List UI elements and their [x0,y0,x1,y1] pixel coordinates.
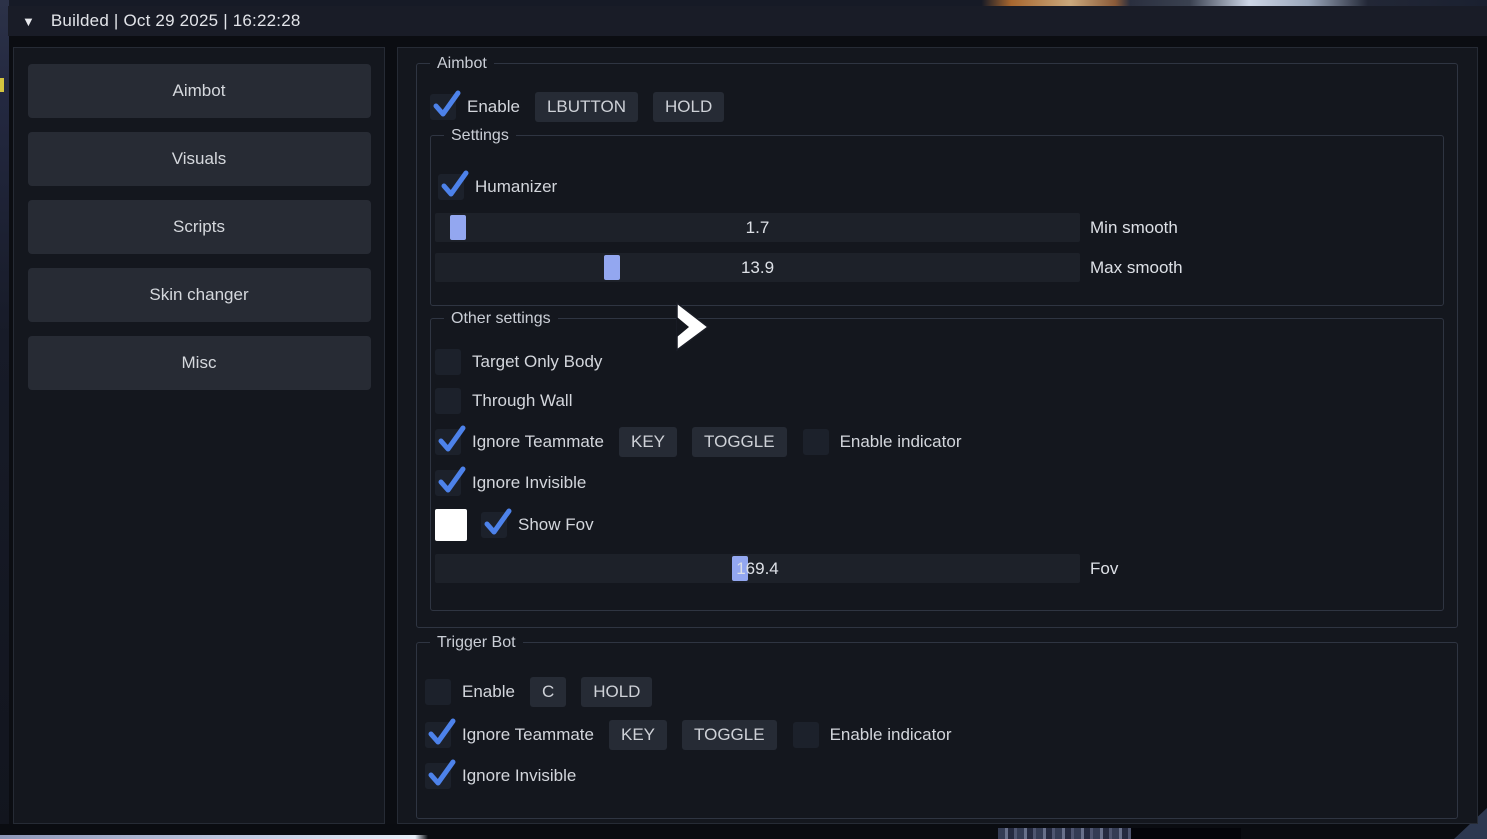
main-panel: Aimbot Enable LBUTTON HOLD Settings Huma… [397,47,1478,824]
trigger-ignore-teammate-keymode-button[interactable]: TOGGLE [682,720,777,750]
show-fov-checkbox[interactable] [481,512,507,538]
trigger-ignore-invisible-row: Ignore Invisible [425,763,1444,789]
target-only-body-label: Target Only Body [472,352,602,372]
ignore-teammate-keybind-button[interactable]: KEY [619,427,677,457]
trigger-enable-indicator-label: Enable indicator [830,725,952,745]
trigger-enable-checkbox[interactable] [425,679,451,705]
target-only-body-checkbox[interactable] [435,349,461,375]
min-smooth-label: Min smooth [1090,218,1178,238]
max-smooth-slider-row: 13.9 Max smooth [435,253,1431,282]
window-title: Builded | Oct 29 2025 | 16:22:28 [51,11,301,31]
trigger-bot-group: Trigger Bot Enable C HOLD Ignore Teammat… [416,642,1458,819]
trigger-bot-legend: Trigger Bot [430,633,523,652]
settings-group-legend: Settings [444,126,516,145]
trigger-ignore-invisible-checkbox[interactable] [425,763,451,789]
ignore-invisible-checkbox[interactable] [435,470,461,496]
trigger-ignore-teammate-keybind-button[interactable]: KEY [609,720,667,750]
check-icon [431,89,461,119]
game-bleed-bottom-line [0,835,428,839]
min-smooth-slider[interactable]: 1.7 [435,213,1080,242]
trigger-enable-indicator-checkbox[interactable] [793,722,819,748]
check-icon [436,424,466,454]
humanizer-label: Humanizer [475,177,557,197]
sidebar-item-skin-changer[interactable]: Skin changer [28,268,371,322]
trigger-ignore-teammate-row: Ignore Teammate KEY TOGGLE Enable indica… [425,720,1444,750]
slider-value: 1.7 [435,213,1080,242]
other-settings-legend: Other settings [444,309,558,328]
ignore-teammate-label: Ignore Teammate [472,432,604,452]
sidebar: Aimbot Visuals Scripts Skin changer Misc [13,47,385,824]
aimbot-group-legend: Aimbot [430,54,494,73]
through-wall-checkbox[interactable] [435,388,461,414]
check-icon [482,507,512,537]
check-icon [439,169,469,199]
show-fov-row: Show Fov [435,509,1431,541]
sidebar-item-misc[interactable]: Misc [28,336,371,390]
game-bleed-left [0,0,9,839]
trigger-enable-row: Enable C HOLD [425,677,1444,707]
fov-slider[interactable]: 169.4 [435,554,1080,583]
title-bar[interactable]: ▼ Builded | Oct 29 2025 | 16:22:28 [8,6,1487,36]
collapse-menu-icon[interactable]: ▼ [22,14,35,29]
check-icon [426,717,456,747]
aimbot-keybind-button[interactable]: LBUTTON [535,92,638,122]
ignore-invisible-label: Ignore Invisible [472,473,586,493]
humanizer-row: Humanizer [438,174,1431,200]
target-only-body-row: Target Only Body [435,349,1431,375]
trigger-ignore-teammate-checkbox[interactable] [425,722,451,748]
aimbot-keymode-button[interactable]: HOLD [653,92,724,122]
sidebar-item-visuals[interactable]: Visuals [28,132,371,186]
aimbot-settings-group: Settings Humanizer 1.7 Min smooth 13.9 [430,135,1444,306]
slider-value: 13.9 [435,253,1080,282]
max-smooth-slider[interactable]: 13.9 [435,253,1080,282]
check-icon [436,465,466,495]
enable-indicator-checkbox[interactable] [803,429,829,455]
fov-color-swatch[interactable] [435,509,467,541]
trigger-ignore-teammate-label: Ignore Teammate [462,725,594,745]
ignore-teammate-keymode-button[interactable]: TOGGLE [692,427,787,457]
aimbot-ignore-teammate-row: Ignore Teammate KEY TOGGLE Enable indica… [435,427,1431,457]
show-fov-label: Show Fov [518,515,594,535]
trigger-enable-label: Enable [462,682,515,702]
game-bleed-speck [0,78,4,92]
enable-indicator-label: Enable indicator [840,432,962,452]
through-wall-label: Through Wall [472,391,572,411]
other-settings-group: Other settings Target Only Body Through … [430,318,1444,611]
check-icon [426,758,456,788]
aimbot-group: Aimbot Enable LBUTTON HOLD Settings Huma… [416,63,1458,628]
aimbot-enable-checkbox[interactable] [430,94,456,120]
game-bleed-bottom-blur [998,828,1131,839]
max-smooth-label: Max smooth [1090,258,1183,278]
sidebar-item-aimbot[interactable]: Aimbot [28,64,371,118]
humanizer-checkbox[interactable] [438,174,464,200]
through-wall-row: Through Wall [435,388,1431,414]
aimbot-enable-label: Enable [467,97,520,117]
fov-slider-row: 169.4 Fov [435,554,1431,583]
aimbot-ignore-invisible-row: Ignore Invisible [435,470,1431,496]
fov-label: Fov [1090,559,1118,579]
sidebar-item-scripts[interactable]: Scripts [28,200,371,254]
ignore-teammate-checkbox[interactable] [435,429,461,455]
trigger-ignore-invisible-label: Ignore Invisible [462,766,576,786]
trigger-keymode-button[interactable]: HOLD [581,677,652,707]
game-bleed-bottom-black [1131,828,1241,839]
slider-value: 169.4 [435,554,1080,583]
aimbot-enable-row: Enable LBUTTON HOLD [430,92,1444,122]
min-smooth-slider-row: 1.7 Min smooth [435,213,1431,242]
trigger-keybind-button[interactable]: C [530,677,566,707]
